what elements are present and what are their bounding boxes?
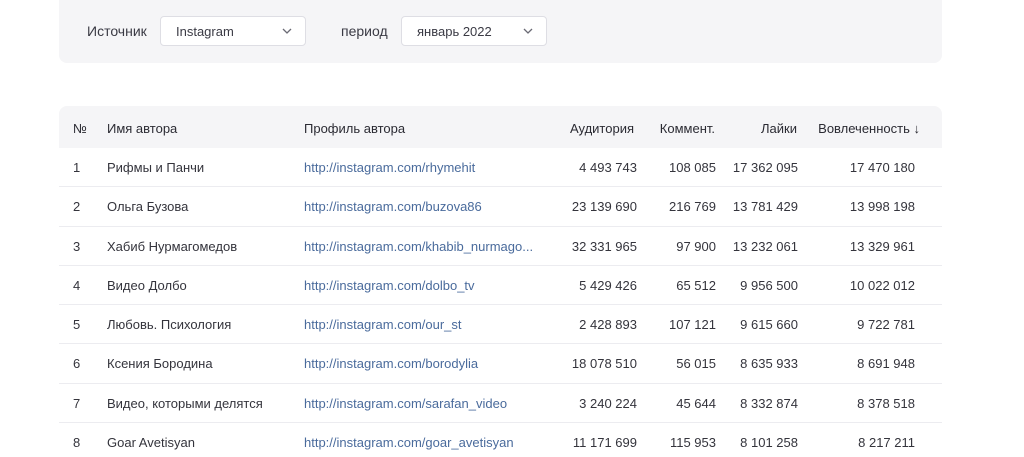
cell-author-name: Хабиб Нурмагомедов: [107, 238, 238, 254]
period-label: период: [341, 23, 388, 39]
source-select-value: Instagram: [176, 24, 234, 39]
cell-profile-link[interactable]: http://instagram.com/goar_avetisyan: [304, 435, 514, 450]
cell-comments: 97 900: [676, 238, 716, 254]
cell-profile-link[interactable]: http://instagram.com/rhymehit: [304, 160, 475, 175]
header-likes[interactable]: Лайки: [761, 121, 797, 136]
cell-num: 1: [73, 160, 81, 175]
cell-author-name: Видео Долбо: [107, 277, 187, 293]
cell-profile-link[interactable]: http://instagram.com/dolbo_tv: [304, 278, 475, 293]
cell-likes: 8 332 874: [740, 395, 798, 411]
table-row: 5 Любовь. Психология http://instagram.com/…: [59, 305, 942, 345]
cell-audience: 11 171 699: [572, 435, 637, 451]
cell-num: 4: [73, 277, 81, 293]
cell-engagement: 8 691 948: [857, 356, 915, 372]
table-row: 1 Рифмы и Панчи http://instagram.com/rhyme…: [59, 148, 942, 188]
chevron-down-icon: [523, 28, 533, 34]
cell-author-name: Рифмы и Панчи: [107, 160, 205, 175]
cell-engagement: 10 022 012: [849, 277, 915, 293]
cell-comments: 216 769: [669, 199, 716, 215]
cell-num: 2: [73, 199, 81, 215]
cell-profile-link[interactable]: http://instagram.com/buzova86: [304, 199, 482, 214]
cell-comments: 115 953: [669, 435, 716, 451]
cell-comments: 107 121: [669, 317, 716, 333]
cell-likes: 9 615 660: [740, 317, 798, 333]
header-engagement[interactable]: Вовлеченность ↓: [818, 121, 920, 136]
cell-engagement: 9 722 781: [857, 317, 915, 333]
cell-comments: 56 015: [676, 356, 716, 372]
cell-engagement: 17 470 180: [849, 160, 915, 175]
cell-likes: 13 781 429: [732, 199, 798, 215]
cell-audience: 5 429 426: [579, 277, 637, 293]
cell-num: 7: [73, 395, 81, 411]
cell-author-name: Ольга Бузова: [107, 199, 189, 215]
cell-engagement: 8 378 518: [857, 395, 915, 411]
cell-likes: 8 635 933: [740, 356, 798, 372]
cell-author-name: Ксения Бородина: [107, 356, 213, 372]
cell-likes: 13 232 061: [732, 238, 798, 254]
cell-likes: 8 101 258: [740, 435, 798, 451]
table-row: 2 Ольга Бузова http://instagram.com/buzova…: [59, 187, 942, 227]
header-engagement-label: Вовлеченность: [818, 121, 910, 136]
cell-author-name: Goar Avetisyan: [107, 435, 195, 451]
table-row: 6 Ксения Бородина http://instagram.com/bor…: [59, 344, 942, 384]
source-select[interactable]: Instagram: [160, 16, 306, 46]
header-audience[interactable]: Аудитория: [570, 121, 634, 136]
cell-audience: 23 139 690: [571, 199, 637, 215]
period-select-value: январь 2022: [417, 24, 492, 39]
cell-engagement: 8 217 211: [858, 435, 915, 451]
cell-num: 3: [73, 238, 81, 254]
cell-audience: 32 331 965: [571, 238, 637, 254]
table-body: 1 Рифмы и Панчи http://instagram.com/rhyme…: [59, 148, 942, 457]
table-row: 7 Видео, которыми делятся http://instagram…: [59, 384, 942, 424]
cell-comments: 108 085: [669, 160, 716, 175]
cell-audience: 3 240 224: [579, 395, 637, 411]
cell-author-name: Видео, которыми делятся: [107, 395, 263, 411]
cell-audience: 18 078 510: [571, 356, 637, 372]
cell-comments: 45 644: [676, 395, 716, 411]
authors-table: № Имя автора Профиль автора Аудитория Ко…: [59, 106, 942, 457]
cell-profile-link[interactable]: http://instagram.com/our_st: [304, 317, 462, 332]
cell-comments: 65 512: [676, 277, 716, 293]
cell-profile-link[interactable]: http://instagram.com/sarafan_video: [304, 396, 507, 411]
header-name[interactable]: Имя автора: [107, 121, 177, 136]
cell-engagement: 13 998 198: [849, 199, 915, 215]
cell-profile-link[interactable]: http://instagram.com/borodylia: [304, 356, 478, 371]
cell-likes: 17 362 095: [732, 160, 798, 175]
table-row: 3 Хабиб Нурмагомедов http://instagram.com/…: [59, 227, 942, 266]
cell-engagement: 13 329 961: [849, 238, 915, 254]
cell-num: 6: [73, 356, 81, 372]
chevron-down-icon: [282, 28, 292, 34]
source-label: Источник: [87, 23, 147, 39]
arrow-down-icon: ↓: [913, 121, 921, 136]
filter-panel: Источник Instagram период январь 2022: [59, 0, 942, 63]
cell-profile-link[interactable]: http://instagram.com/khabib_nurmago...: [304, 239, 533, 254]
period-select[interactable]: январь 2022: [401, 16, 547, 46]
header-num: №: [73, 121, 87, 136]
cell-num: 5: [73, 317, 81, 333]
table-row: 8 Goar Avetisyan http://instagram.com/goar…: [59, 423, 942, 457]
cell-author-name: Любовь. Психология: [107, 317, 232, 333]
cell-audience: 4 493 743: [579, 160, 637, 175]
cell-likes: 9 956 500: [740, 277, 798, 293]
table-header: № Имя автора Профиль автора Аудитория Ко…: [59, 106, 942, 148]
table-row: 4 Видео Долбо http://instagram.com/dolbo_t…: [59, 266, 942, 306]
cell-num: 8: [73, 435, 81, 451]
header-profile[interactable]: Профиль автора: [304, 121, 405, 136]
cell-audience: 2 428 893: [579, 317, 637, 333]
header-comments[interactable]: Коммент.: [660, 121, 715, 136]
